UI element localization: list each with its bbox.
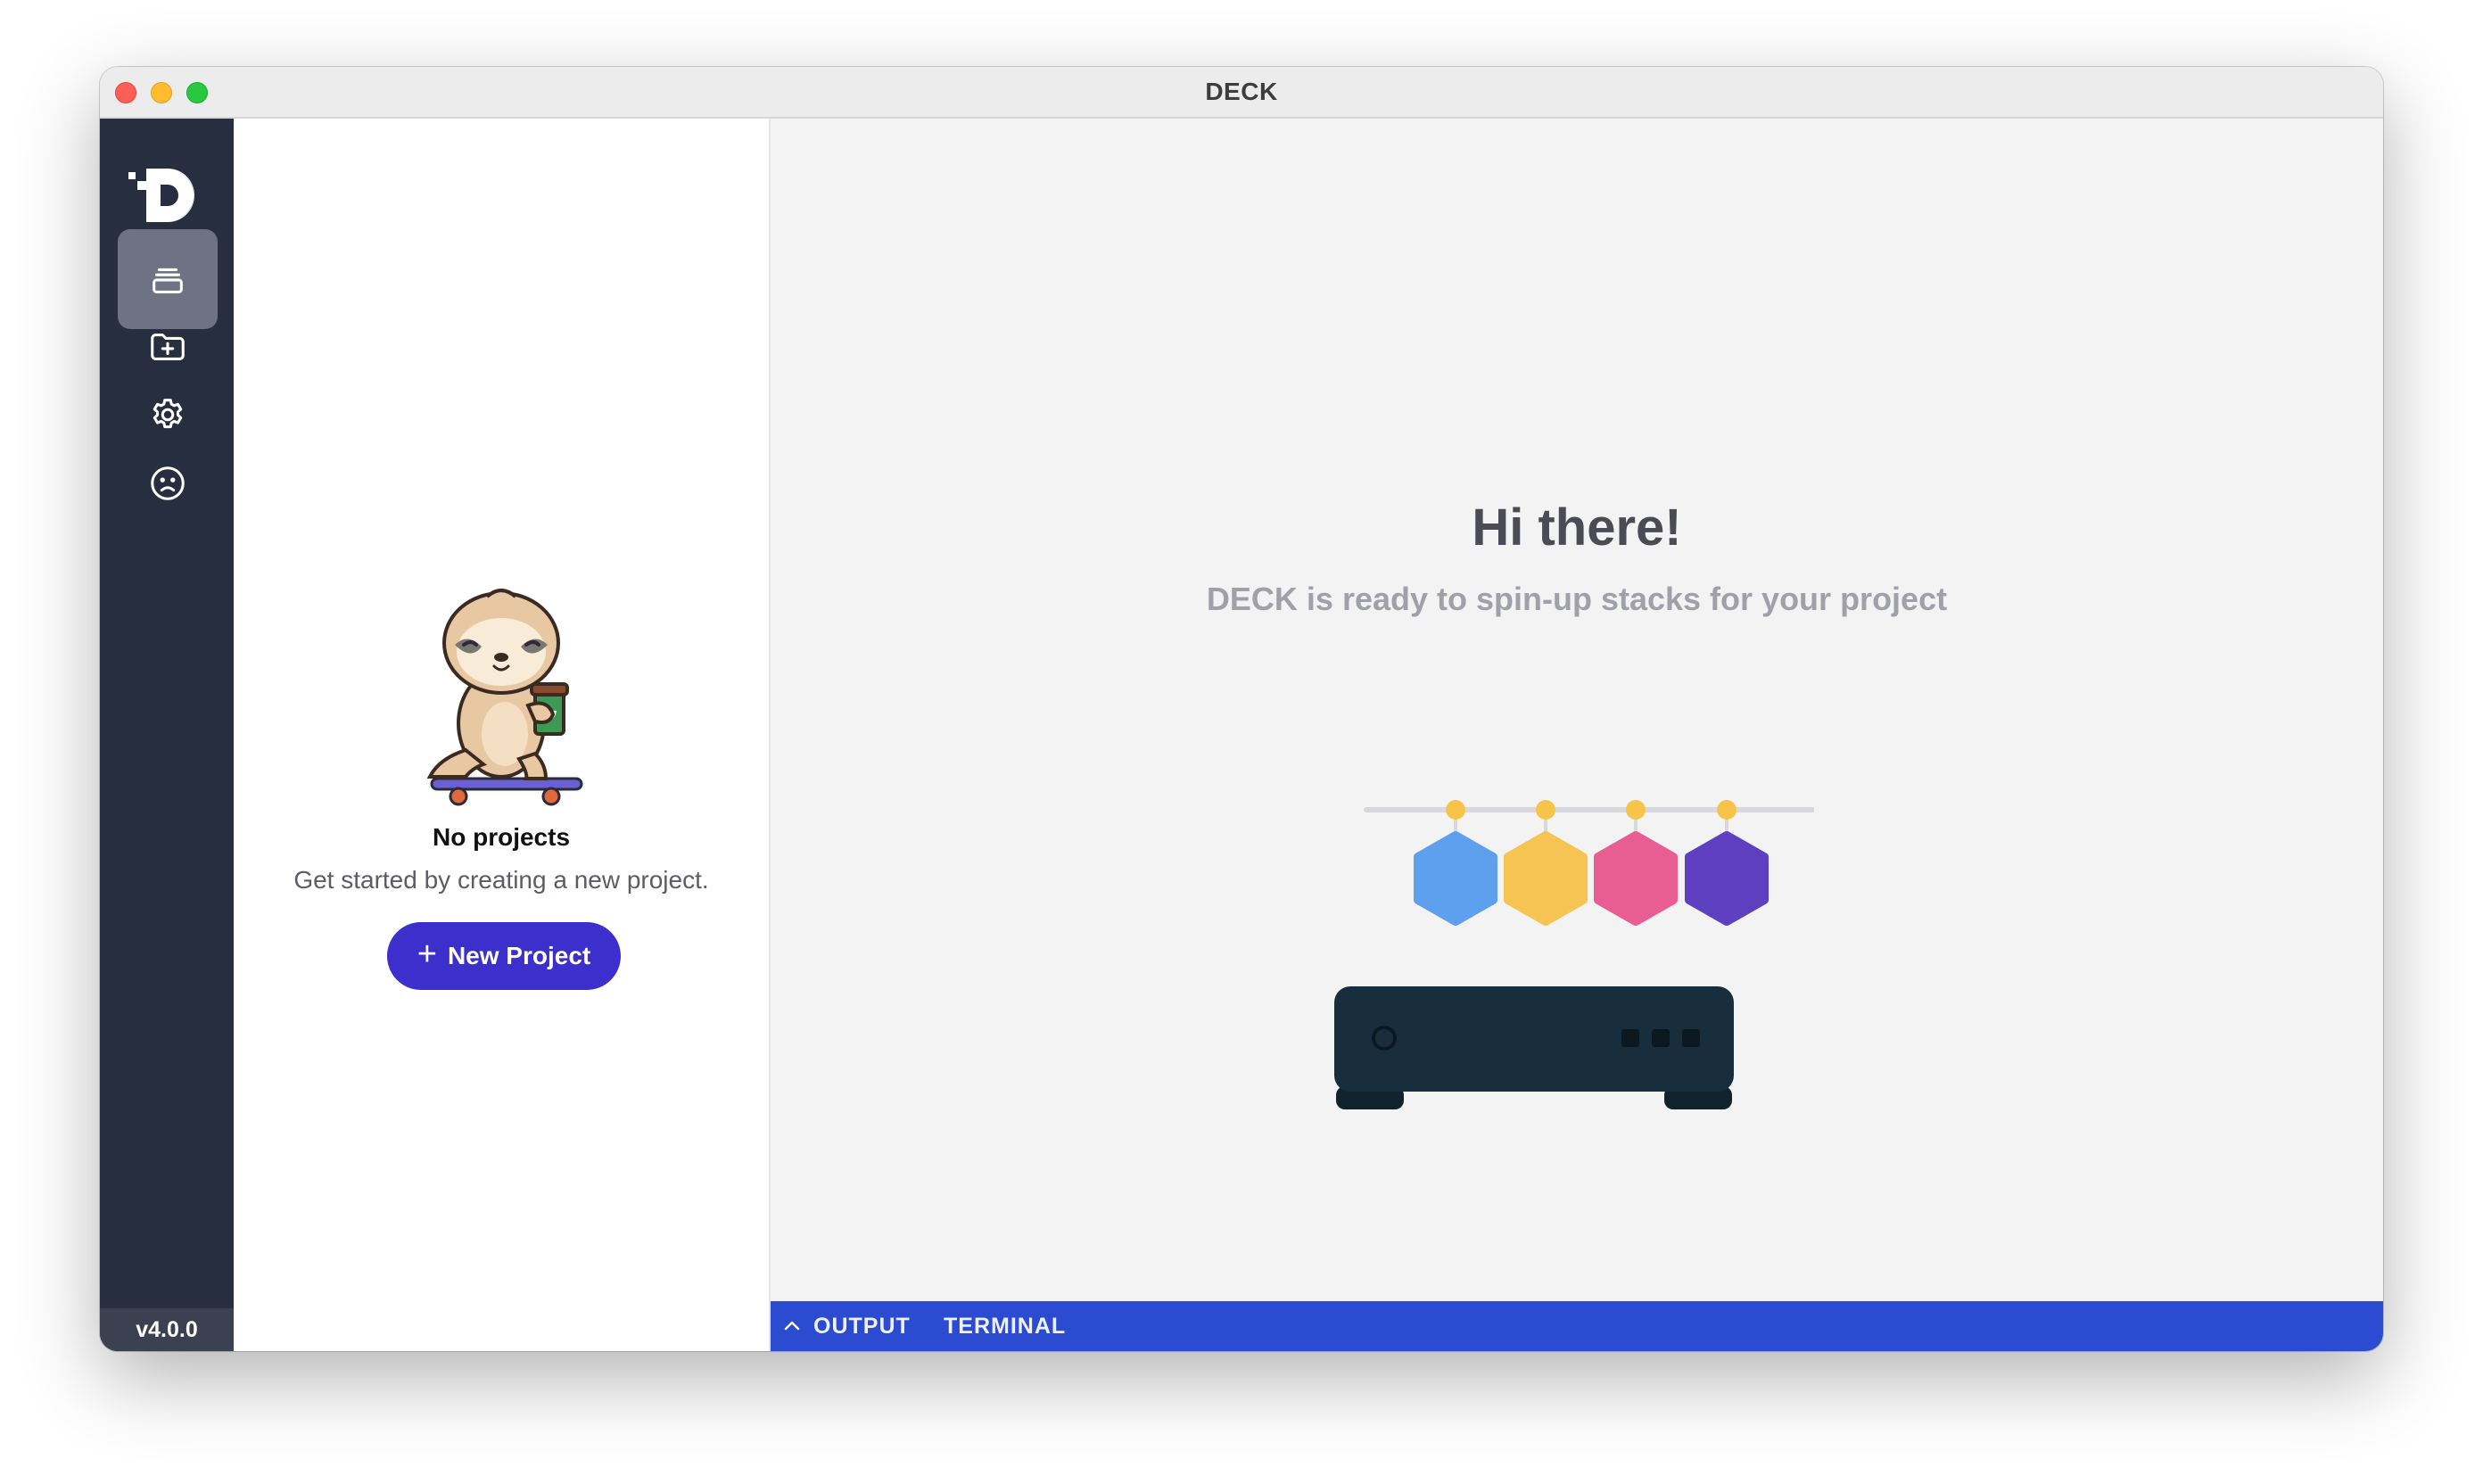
sidebar-item-feedback[interactable] — [118, 433, 218, 533]
welcome-heading: Hi there! — [1472, 499, 1682, 556]
hanging-stacks-illustration-icon — [1364, 800, 1814, 926]
empty-state-subtitle: Get started by creating a new project. — [293, 866, 709, 894]
output-tab-label: OUTPUT — [813, 1313, 911, 1339]
welcome-area: Hi there! DECK is ready to spin-up stack… — [771, 119, 2383, 1301]
welcome-subtitle: DECK is ready to spin-up stacks for your… — [1206, 581, 1948, 617]
gear-icon — [153, 399, 183, 429]
icon-sidebar: v4.0.0 — [100, 119, 234, 1351]
app-window: DECK v4.0.0 No projects Get started by c… — [100, 67, 2383, 1351]
title-bar[interactable]: DECK — [100, 67, 2383, 119]
tab-terminal[interactable]: TERMINAL — [944, 1301, 1066, 1351]
terminal-tab-label: TERMINAL — [944, 1313, 1067, 1339]
projects-panel: No projects Get started by creating a ne… — [234, 119, 771, 1351]
sad-face-icon — [151, 466, 185, 500]
tab-output[interactable]: OUTPUT — [781, 1301, 911, 1351]
deck-logo-icon — [128, 169, 194, 222]
plus-icon: + — [417, 936, 437, 973]
new-project-button[interactable]: + New Project — [387, 922, 621, 990]
stack-icon — [153, 268, 183, 293]
chevron-up-icon — [784, 1321, 800, 1331]
new-project-label: New Project — [447, 942, 591, 969]
empty-state-title: No projects — [432, 823, 571, 851]
app-version: v4.0.0 — [100, 1308, 234, 1351]
window-title: DECK — [1205, 78, 1278, 105]
server-box-illustration-icon — [1334, 986, 1734, 1109]
sloth-illustration-icon — [426, 589, 583, 806]
status-bar: OUTPUT TERMINAL — [771, 1301, 2383, 1351]
folder-plus-icon — [151, 334, 185, 360]
